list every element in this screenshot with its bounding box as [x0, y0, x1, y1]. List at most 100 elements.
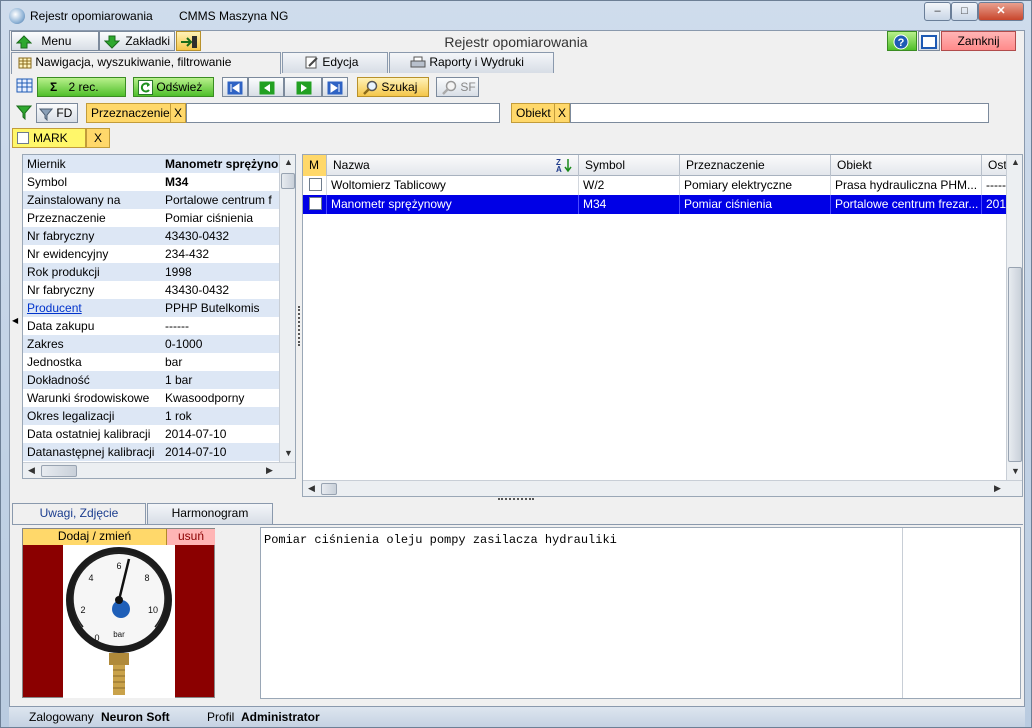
- property-value: 0-1000: [165, 337, 203, 351]
- grid-view-icon[interactable]: [16, 78, 34, 94]
- property-row[interactable]: Miernik Manometr sprężyno: [23, 155, 295, 173]
- close-form-button[interactable]: Zamknij: [941, 31, 1016, 51]
- filter-icon[interactable]: [16, 104, 32, 120]
- search-button[interactable]: Szukaj: [357, 77, 429, 97]
- notes-textarea[interactable]: Pomiar ciśnienia oleju pompy zasilacza h…: [260, 527, 1021, 699]
- producer-link[interactable]: Producent: [27, 299, 163, 317]
- property-value: 1 rok: [165, 409, 192, 423]
- properties-horizontal-scrollbar[interactable]: ◀ ▶: [23, 462, 295, 478]
- record-count[interactable]: Σ 2 rec.: [37, 77, 126, 97]
- property-row[interactable]: Data zakupu ------: [23, 317, 295, 335]
- column-name[interactable]: Nazwa ZA: [327, 155, 579, 176]
- property-row[interactable]: Zakres 0-1000: [23, 335, 295, 353]
- export-button[interactable]: [176, 31, 201, 51]
- cell-object: Portalowe centrum frezar...: [831, 195, 982, 214]
- add-change-photo-button[interactable]: Dodaj / zmień: [23, 529, 167, 545]
- column-mark[interactable]: M: [303, 155, 327, 176]
- scroll-left-icon[interactable]: ◀: [303, 483, 320, 494]
- maximize-button[interactable]: □: [951, 2, 978, 21]
- prev-record-button[interactable]: [248, 77, 284, 97]
- scroll-thumb-horizontal[interactable]: [321, 483, 337, 495]
- gauge-tick-0: 0: [94, 633, 99, 643]
- row-mark-cell[interactable]: [303, 176, 327, 195]
- scroll-down-icon[interactable]: ▼: [280, 448, 295, 458]
- logged-label: Zalogowany: [29, 710, 94, 724]
- help-button[interactable]: ?: [887, 31, 917, 51]
- property-key: Datanastępnej kalibracji: [27, 445, 155, 459]
- scroll-thumb[interactable]: [1008, 267, 1022, 462]
- table-row-selected[interactable]: Manometr sprężynowy M34 Pomiar ciśnienia…: [303, 195, 1012, 214]
- object-filter-clear[interactable]: X: [554, 103, 570, 123]
- record-count-label: 2 rec.: [68, 80, 99, 94]
- property-row[interactable]: Okres legalizacji 1 rok: [23, 407, 295, 425]
- property-row[interactable]: Symbol M34: [23, 173, 295, 191]
- mark-checkbox[interactable]: [17, 132, 29, 144]
- records-grid: M Nazwa ZA Symbol Przeznaczenie Obiekt O…: [302, 154, 1023, 497]
- next-record-button[interactable]: [284, 77, 322, 97]
- row-checkbox[interactable]: [309, 197, 322, 210]
- scroll-thumb[interactable]: [281, 173, 295, 189]
- scroll-right-icon[interactable]: ▶: [261, 465, 278, 476]
- remove-photo-button[interactable]: usuń: [167, 529, 215, 545]
- cell-symbol: W/2: [579, 176, 680, 195]
- property-row[interactable]: Przeznaczenie Pomiar ciśnienia: [23, 209, 295, 227]
- property-row[interactable]: Zainstalowany na Portalowe centrum f: [23, 191, 295, 209]
- object-filter-input[interactable]: [570, 103, 989, 123]
- property-row[interactable]: Nr fabryczny 43430-0432: [23, 227, 295, 245]
- column-object[interactable]: Obiekt: [831, 155, 982, 176]
- property-row[interactable]: Jednostka bar: [23, 353, 295, 371]
- scroll-down-icon[interactable]: ▼: [1007, 466, 1022, 476]
- property-row[interactable]: Datanastępnej kalibracji 2014-07-10: [23, 443, 295, 461]
- scroll-thumb-horizontal[interactable]: [41, 465, 77, 477]
- tab-schedule[interactable]: Harmonogram: [147, 503, 273, 524]
- table-row[interactable]: Woltomierz Tablicowy W/2 Pomiary elektry…: [303, 176, 1012, 195]
- sf-button[interactable]: SF: [436, 77, 479, 97]
- row-checkbox[interactable]: [309, 178, 322, 191]
- scroll-up-icon[interactable]: ▲: [280, 157, 295, 167]
- vertical-splitter[interactable]: [298, 306, 300, 346]
- minimize-button[interactable]: –: [924, 2, 951, 21]
- mark-clear-button[interactable]: X: [86, 128, 110, 148]
- status-bar: Zalogowany Neuron Soft Profil Administra…: [9, 707, 1025, 727]
- tab-notes-photo[interactable]: Uwagi, Zdjęcie: [12, 503, 146, 525]
- column-name-label: Nazwa: [333, 158, 370, 172]
- horizontal-splitter[interactable]: [498, 498, 534, 500]
- scroll-right-icon[interactable]: ▶: [989, 483, 1006, 494]
- property-row[interactable]: Rok produkcji 1998: [23, 263, 295, 281]
- column-purpose[interactable]: Przeznaczenie: [680, 155, 831, 176]
- property-row[interactable]: Nr ewidencyjny 234-432: [23, 245, 295, 263]
- last-record-button[interactable]: [322, 77, 348, 97]
- grid-vertical-scrollbar[interactable]: ▲ ▼: [1006, 155, 1022, 480]
- refresh-button[interactable]: Odśwież: [133, 77, 214, 97]
- property-row[interactable]: Nr fabryczny 43430-0432: [23, 281, 295, 299]
- title-bar: Rejestr opomiarowania CMMS Maszyna NG – …: [1, 1, 1031, 30]
- property-key: Miernik: [27, 157, 66, 171]
- fd-button[interactable]: FD: [36, 103, 78, 123]
- collapse-left-icon[interactable]: ◀: [12, 316, 18, 325]
- menu-button[interactable]: Menu: [11, 31, 99, 51]
- last-record-icon: [327, 81, 343, 95]
- window-close-button[interactable]: ✕: [978, 2, 1024, 21]
- purpose-filter-clear[interactable]: X: [170, 103, 186, 123]
- row-mark-cell[interactable]: [303, 195, 327, 214]
- logged-user: Neuron Soft: [101, 710, 170, 724]
- first-record-button[interactable]: [222, 77, 248, 97]
- property-row[interactable]: Data ostatniej kalibracji 2014-07-10: [23, 425, 295, 443]
- bookmarks-button[interactable]: Zakładki: [99, 31, 175, 51]
- purpose-filter-input[interactable]: [186, 103, 500, 123]
- property-row[interactable]: Dokładność 1 bar: [23, 371, 295, 389]
- grid-horizontal-scrollbar[interactable]: ◀ ▶: [303, 480, 1022, 496]
- properties-vertical-scrollbar[interactable]: ▲ ▼: [279, 155, 295, 462]
- window-icon: [921, 34, 937, 49]
- property-key: Dokładność: [27, 373, 90, 387]
- mark-filter[interactable]: MARK: [12, 128, 86, 148]
- tab-edit[interactable]: Edycja: [282, 52, 388, 73]
- property-row[interactable]: Warunki środowiskowe Kwasoodporny: [23, 389, 295, 407]
- column-symbol[interactable]: Symbol: [579, 155, 680, 176]
- property-row[interactable]: Producent PPHP Butelkomis: [23, 299, 295, 317]
- window-mode-button[interactable]: [918, 31, 940, 51]
- scroll-up-icon[interactable]: ▲: [1007, 157, 1022, 167]
- tab-navigation[interactable]: Nawigacja, wyszukiwanie, filtrowanie: [11, 52, 281, 74]
- scroll-left-icon[interactable]: ◀: [23, 465, 40, 476]
- tab-reports[interactable]: Raporty i Wydruki: [389, 52, 554, 73]
